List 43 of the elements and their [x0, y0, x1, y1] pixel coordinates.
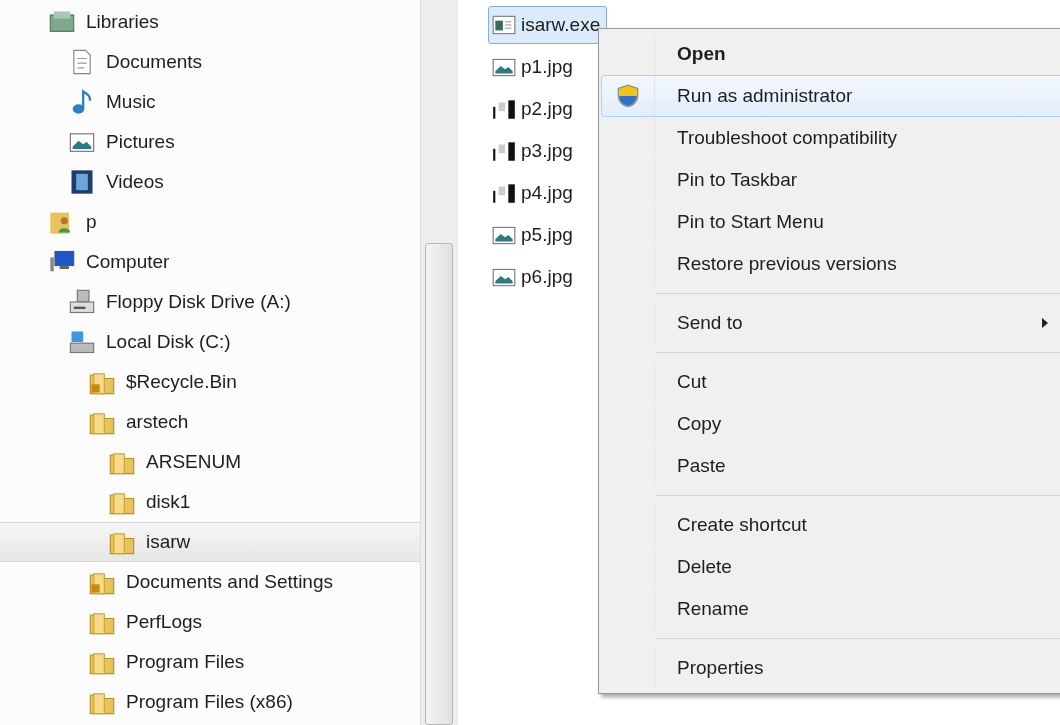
menu-item[interactable]: Restore previous versions — [601, 243, 1060, 285]
file-item[interactable]: p5.jpg — [488, 216, 580, 254]
file-item[interactable]: p3.jpg — [488, 132, 580, 170]
tree-item[interactable]: isarw — [0, 522, 420, 562]
file-item[interactable]: p6.jpg — [488, 258, 580, 296]
tree-item[interactable]: Local Disk (C:) — [0, 322, 420, 362]
menu-item[interactable]: Troubleshoot compatibility — [601, 117, 1060, 159]
shield-icon — [615, 83, 641, 109]
tree-item[interactable]: Libraries — [0, 2, 420, 42]
menu-item[interactable]: Run as administrator — [601, 75, 1060, 117]
scrollbar[interactable] — [420, 0, 457, 725]
tree-item[interactable]: $Recycle.Bin — [0, 362, 420, 402]
menu-item[interactable]: Paste — [601, 445, 1060, 487]
menu-item[interactable]: Send to — [601, 302, 1060, 344]
tree-item[interactable]: Documents and Settings — [0, 562, 420, 602]
floppy-drive-icon — [68, 288, 96, 316]
menu-item[interactable]: Delete — [601, 546, 1060, 588]
tree-item[interactable]: disk1 — [0, 482, 420, 522]
tree-item[interactable]: Program Files (x86) — [0, 682, 420, 722]
tree-item[interactable]: PerfLogs — [0, 602, 420, 642]
tree-item[interactable]: ARSENUM — [0, 442, 420, 482]
tree-item[interactable]: Floppy Disk Drive (A:) — [0, 282, 420, 322]
file-item[interactable]: p2.jpg — [488, 90, 580, 128]
tree-item[interactable]: p — [0, 202, 420, 242]
scrollbar-thumb[interactable] — [425, 243, 453, 725]
tree-item[interactable]: Pictures — [0, 122, 420, 162]
tree-item[interactable]: arstech — [0, 402, 420, 442]
tree-item[interactable]: Music — [0, 82, 420, 122]
file-item[interactable]: isarw.exe — [488, 6, 608, 44]
menu-item[interactable]: Create shortcut — [601, 504, 1060, 546]
file-item[interactable]: p4.jpg — [488, 174, 580, 212]
tree-item[interactable]: Documents — [0, 42, 420, 82]
menu-item[interactable]: Cut — [601, 361, 1060, 403]
tree-item[interactable]: Videos — [0, 162, 420, 202]
tree-item[interactable]: Computer — [0, 242, 420, 282]
file-item[interactable]: p1.jpg — [488, 48, 580, 86]
tree-item[interactable]: Program Files — [0, 642, 420, 682]
menu-item[interactable]: Pin to Taskbar — [601, 159, 1060, 201]
menu-item[interactable]: Rename — [601, 588, 1060, 630]
submenu-arrow-icon — [1042, 318, 1048, 328]
menu-item[interactable]: Properties — [601, 647, 1060, 689]
menu-item[interactable]: Copy — [601, 403, 1060, 445]
menu-item[interactable]: Pin to Start Menu — [601, 201, 1060, 243]
